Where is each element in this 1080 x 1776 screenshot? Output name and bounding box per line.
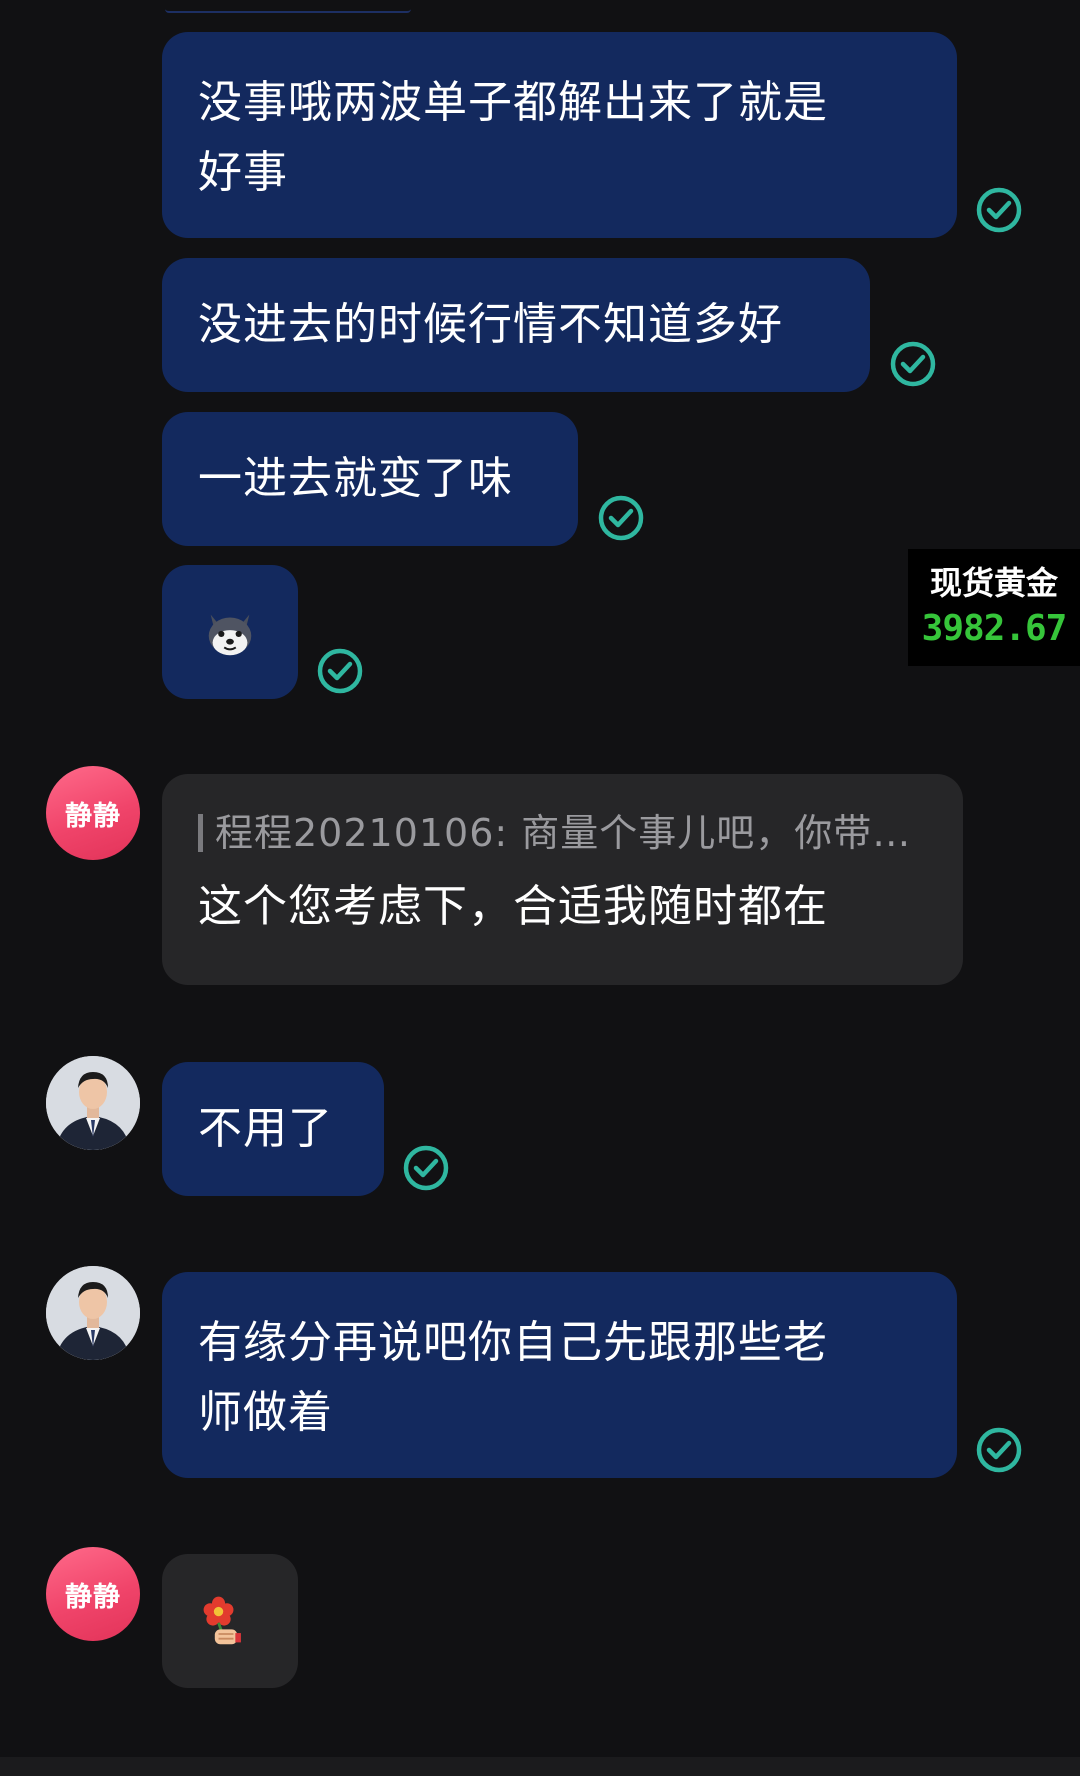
flower-gift-emoji	[203, 1596, 241, 1645]
message-text: 一进去就变了味	[198, 453, 513, 504]
read-check-icon	[890, 341, 936, 387]
outgoing-message-1[interactable]: 没事哦两波单子都解出来了就是 好事	[162, 32, 957, 238]
message-text-line: 好事	[198, 147, 288, 198]
avatar-jingjing[interactable]: 静静	[46, 1547, 140, 1641]
read-check-icon	[598, 495, 644, 541]
previous-message-edge	[165, 0, 411, 13]
input-bar-edge	[0, 1757, 1080, 1776]
incoming-sticker-message[interactable]	[162, 1554, 298, 1688]
quote-bar	[198, 814, 203, 852]
message-text-line: 没事哦两波单子都解出来了就是	[198, 77, 828, 128]
message-text-line: 师做着	[198, 1387, 333, 1438]
outgoing-message-6[interactable]: 不用了	[162, 1062, 384, 1196]
avatar-user[interactable]	[46, 1266, 140, 1360]
outgoing-message-2[interactable]: 没进去的时候行情不知道多好	[162, 258, 870, 392]
read-check-icon	[403, 1145, 449, 1191]
avatar-label: 静静	[65, 1581, 121, 1613]
outgoing-message-3[interactable]: 一进去就变了味	[162, 412, 578, 546]
man-in-suit-avatar-image	[46, 1056, 140, 1150]
avatar-jingjing[interactable]: 静静	[46, 766, 140, 860]
read-check-icon	[976, 187, 1022, 233]
message-text-line: 有缘分再说吧你自己先跟那些老	[198, 1317, 828, 1368]
quote-text: 程程20210106: 商量个事儿吧，你带…	[215, 811, 912, 855]
message-text: 这个您考虑下，合适我随时都在	[198, 881, 828, 932]
incoming-message-with-quote[interactable]: 程程20210106: 商量个事儿吧，你带… 这个您考虑下，合适我随时都在	[162, 774, 963, 985]
outgoing-message-7[interactable]: 有缘分再说吧你自己先跟那些老 师做着	[162, 1272, 957, 1478]
avatar-label: 静静	[65, 800, 121, 832]
read-check-icon	[976, 1427, 1022, 1473]
gold-widget-title: 现货黄金	[929, 564, 1058, 602]
message-text: 没进去的时候行情不知道多好	[198, 299, 783, 350]
avatar-user[interactable]	[46, 1056, 140, 1150]
man-in-suit-avatar-image	[46, 1266, 140, 1360]
gold-widget-price: 3982.67	[921, 608, 1068, 649]
quoted-reply[interactable]: 程程20210106: 商量个事儿吧，你带…	[198, 808, 927, 858]
gold-price-widget[interactable]: 现货黄金 3982.67	[908, 549, 1080, 666]
message-text: 不用了	[198, 1103, 333, 1154]
read-check-icon	[317, 648, 363, 694]
dog-face-emoji	[208, 614, 252, 656]
outgoing-sticker-message[interactable]	[162, 565, 298, 699]
